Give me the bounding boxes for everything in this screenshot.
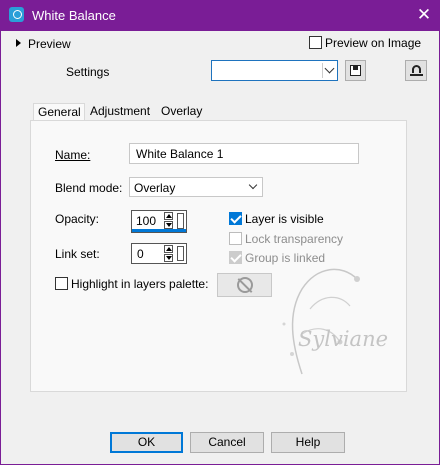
close-icon[interactable]: ✕ — [412, 3, 436, 27]
arrow-up-icon[interactable] — [164, 245, 173, 253]
opacity-spinner[interactable] — [164, 212, 175, 230]
settings-dropdown[interactable] — [211, 60, 338, 81]
opacity-input[interactable]: 100 — [131, 210, 187, 233]
preview-on-image-checkbox[interactable] — [309, 36, 322, 49]
title-bar: White Balance ✕ — [0, 0, 440, 31]
window-border-left — [0, 31, 1, 465]
chevron-down-icon — [324, 63, 335, 74]
link-set-label: Link set: — [55, 247, 100, 261]
watermark-text: Sylviane — [298, 327, 389, 351]
tab-general-label: General — [38, 105, 81, 119]
arrow-down-icon[interactable] — [164, 221, 173, 229]
arrow-up-icon[interactable] — [164, 212, 173, 220]
tab-adjustment[interactable]: Adjustment — [86, 103, 154, 121]
tab-overlay-label: Overlay — [161, 104, 203, 118]
window-title: White Balance — [32, 8, 116, 23]
lock-transparency-label: Lock transparency — [245, 232, 344, 246]
app-icon — [9, 7, 24, 22]
link-set-spinner[interactable] — [164, 245, 175, 263]
lock-transparency-checkbox — [229, 232, 242, 245]
layer-visible-label: Layer is visible — [245, 212, 324, 226]
opacity-bar — [132, 229, 186, 232]
dropdown-arrow-icon[interactable] — [177, 213, 184, 229]
reset-icon — [410, 65, 423, 76]
opacity-value: 100 — [136, 214, 157, 228]
blend-mode-select[interactable]: Overlay — [129, 177, 263, 197]
ok-button[interactable]: OK — [110, 432, 183, 453]
blend-mode-label: Blend mode: — [55, 181, 123, 195]
save-preset-button[interactable] — [345, 60, 366, 81]
link-set-value: 0 — [137, 247, 144, 261]
highlight-checkbox[interactable] — [55, 277, 68, 290]
settings-label: Settings — [66, 65, 110, 79]
tab-adjustment-label: Adjustment — [90, 104, 151, 118]
cancel-button[interactable]: Cancel — [190, 432, 264, 453]
floppy-disk-icon — [350, 65, 361, 76]
preview-on-image-label: Preview on Image — [325, 36, 422, 50]
opacity-label: Opacity: — [55, 212, 100, 226]
name-field[interactable]: White Balance 1 — [129, 143, 359, 164]
help-button[interactable]: Help — [271, 432, 345, 453]
arrow-down-icon[interactable] — [164, 254, 173, 262]
name-value: White Balance 1 — [136, 147, 224, 161]
triangle-right-icon — [16, 39, 21, 47]
layer-visible-checkbox[interactable] — [229, 212, 242, 225]
chevron-down-icon — [248, 180, 258, 190]
blend-mode-value: Overlay — [134, 181, 176, 195]
reset-button[interactable] — [405, 60, 427, 81]
watermark-flourish — [282, 268, 360, 375]
highlight-label: Highlight in layers palette: — [71, 277, 209, 291]
group-linked-checkbox — [229, 251, 242, 264]
tab-overlay[interactable]: Overlay — [157, 103, 206, 121]
preview-label: Preview — [28, 37, 71, 51]
dropdown-arrow-icon[interactable] — [177, 246, 184, 261]
link-set-input[interactable]: 0 — [131, 243, 187, 264]
name-label: Name: — [55, 148, 91, 162]
